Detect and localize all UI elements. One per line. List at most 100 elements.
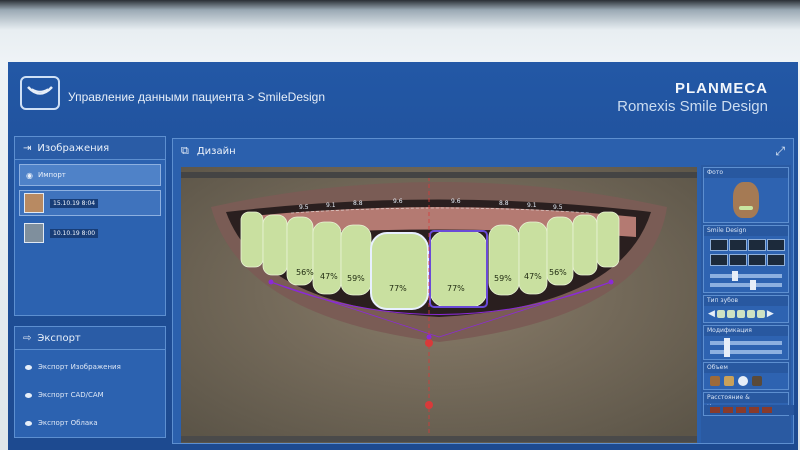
design-slider[interactable] <box>710 271 782 281</box>
brush-icon[interactable] <box>710 376 720 386</box>
export-cloud-label: Экспорт Облака <box>38 419 98 427</box>
tooth-library-grid <box>704 236 788 269</box>
design-panel-header: ⧉ Дизайн <box>173 139 793 163</box>
import-label: Импорт <box>37 171 66 179</box>
modification-title: Модификация <box>704 326 788 336</box>
ratio-label: 9.5 <box>553 204 563 211</box>
tooth-percent-label: 47% <box>320 272 338 281</box>
tooth-shape-option[interactable] <box>767 254 785 266</box>
export-panel-title: Экспорт <box>37 332 81 344</box>
smile-logo-icon[interactable] <box>20 76 60 110</box>
volume-tools <box>704 373 788 389</box>
export-cadcam-label: Экспорт CAD/CAM <box>38 391 104 399</box>
images-panel: ⇥ Изображения ◉ Импорт 15.10.19 8:04 10.… <box>14 136 166 316</box>
design-slider[interactable] <box>710 280 782 290</box>
top-bar: Управление данными пациента > SmileDesig… <box>8 62 798 122</box>
ratio-label: 9.1 <box>326 202 336 209</box>
export-cloud-item[interactable]: Экспорт Облака <box>15 412 165 434</box>
eye-icon <box>25 420 32 426</box>
ratio-label: 9.5 <box>299 204 309 211</box>
export-image-item[interactable]: Экспорт Изображения <box>15 356 165 378</box>
ratio-label: 8.8 <box>499 200 509 207</box>
arrow-in-icon: ⇥ <box>23 142 32 154</box>
ratio-label: 9.6 <box>451 198 461 205</box>
tooth-shape-option[interactable] <box>710 239 728 251</box>
brand-subtitle: Romexis Smile Design <box>617 98 768 115</box>
export-cadcam-item[interactable]: Экспорт CAD/CAM <box>15 384 165 406</box>
patient-face-thumbnail[interactable] <box>733 182 759 218</box>
distance-tool-icon[interactable] <box>749 407 759 413</box>
layers-icon: ⧉ <box>181 144 189 157</box>
tooth-percent-label: 47% <box>524 272 542 281</box>
distance-tool-bar <box>704 405 794 415</box>
image-thumbnail-row[interactable]: 15.10.19 8:04 <box>19 190 161 216</box>
tooth-percent-label: 56% <box>549 268 567 277</box>
tooth-type-box: Тип зубов ◀ ▶ <box>703 295 789 323</box>
breadcrumb: Управление данными пациента > SmileDesig… <box>68 90 326 104</box>
tooth-shape-option[interactable] <box>748 239 766 251</box>
image-thumbnail-row[interactable]: 10.10.19 8:00 <box>19 220 161 246</box>
import-button[interactable]: ◉ Импорт <box>19 164 161 186</box>
smile-photo-canvas[interactable]: 56% 47% 59% 77% 77% 59% 47% 56% 9.5 9.1 … <box>181 167 697 443</box>
chevron-right-icon[interactable]: ▶ <box>767 309 774 319</box>
export-arrow-icon: ⇨ <box>23 332 32 344</box>
palette-icon[interactable] <box>724 376 734 386</box>
ratio-label: 8.8 <box>353 200 363 207</box>
distance-tool-icon[interactable] <box>736 407 746 413</box>
tooth-percent-label: 77% <box>447 284 465 293</box>
eye-icon <box>25 392 32 398</box>
tooth-type-option[interactable] <box>736 310 745 318</box>
tooth-percent-label: 59% <box>347 274 365 283</box>
pin-icon[interactable] <box>752 376 762 386</box>
modification-box: Модификация <box>703 325 789 360</box>
distance-tool-icon[interactable] <box>710 407 720 413</box>
images-panel-header[interactable]: ⇥ Изображения <box>15 137 165 160</box>
eye-icon: ◉ <box>26 170 33 180</box>
tooth-percent-label: 56% <box>296 268 314 277</box>
tooth-percent-label: 59% <box>494 274 512 283</box>
export-panel-header[interactable]: ⇨ Экспорт <box>15 327 165 350</box>
tooth-type-title: Тип зубов <box>704 296 788 306</box>
smile-design-box: Smile Design <box>703 225 789 293</box>
tooth-shape-option[interactable] <box>710 254 728 266</box>
expand-icon[interactable]: ⤢ <box>775 144 785 159</box>
scan-thumbnail[interactable] <box>24 223 44 243</box>
smile-design-title: Smile Design <box>704 226 788 236</box>
circle-icon[interactable] <box>738 376 748 386</box>
ratio-label: 9.1 <box>527 202 537 209</box>
brand-title: PLANMECA <box>675 80 768 97</box>
images-panel-title: Изображения <box>37 142 110 154</box>
tooth-shape-option[interactable] <box>767 239 785 251</box>
distance-tool-icon[interactable] <box>762 407 772 413</box>
projected-app-window: Управление данными пациента > SmileDesig… <box>8 62 798 450</box>
tooth-shape-option[interactable] <box>729 239 747 251</box>
eye-icon <box>25 364 32 370</box>
design-panel: ⧉ Дизайн ⤢ 56% 47% 59% 77% 77% 59% 47% 5… <box>172 138 794 444</box>
tools-sidebar: Фото Smile Design Тип зубов ◀ ▶ Модифика… <box>701 165 794 443</box>
volume-title: Объем <box>704 363 788 373</box>
modification-slider[interactable] <box>710 347 782 357</box>
volume-box: Объем <box>703 362 789 390</box>
tooth-type-option[interactable] <box>726 310 735 318</box>
tooth-type-option[interactable] <box>756 310 765 318</box>
tooth-type-option[interactable] <box>746 310 755 318</box>
modification-slider[interactable] <box>710 338 782 348</box>
ratio-label: 9.6 <box>393 198 403 205</box>
export-image-label: Экспорт Изображения <box>38 363 121 371</box>
tooth-percent-label: 77% <box>389 284 407 293</box>
tooth-type-selector: ◀ ▶ <box>704 306 788 322</box>
design-panel-title: Дизайн <box>196 145 236 157</box>
tooth-shape-option[interactable] <box>748 254 766 266</box>
distance-tools-title: Расстояние & Инструменты <box>704 393 788 411</box>
thumbnail-date: 15.10.19 8:04 <box>50 198 99 208</box>
chevron-left-icon[interactable]: ◀ <box>708 309 715 319</box>
distance-tool-icon[interactable] <box>723 407 733 413</box>
thumbnail-date: 10.10.19 8:00 <box>50 228 99 238</box>
distance-tools-box: Расстояние & Инструменты <box>703 392 794 416</box>
tooth-type-option[interactable] <box>716 310 725 318</box>
export-panel: ⇨ Экспорт Экспорт Изображения Экспорт CA… <box>14 326 166 438</box>
patient-photo-thumbnail[interactable] <box>24 193 44 213</box>
tooth-shape-option[interactable] <box>729 254 747 266</box>
patient-photo-box: Фото <box>703 167 789 223</box>
patient-photo-title: Фото <box>704 168 788 178</box>
